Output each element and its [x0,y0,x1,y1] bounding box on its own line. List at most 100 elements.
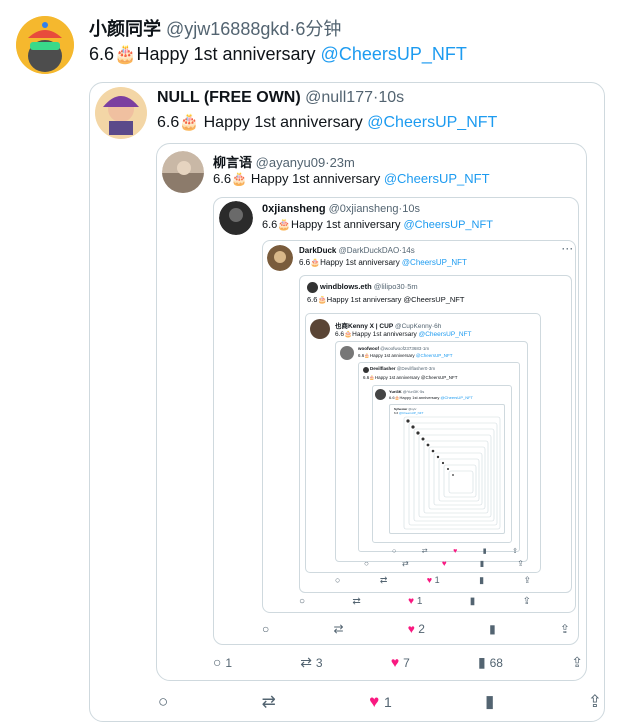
views-icon[interactable]: ▮ [489,623,496,635]
q3-action-bar: ○ ⇄ ♥ 2 ▮ ⇪ [262,623,570,635]
views-icon[interactable]: ▮ [470,597,476,607]
mention-link[interactable]: @CheersUP_NFT [440,395,473,400]
retweet-icon[interactable]: ⇄ [422,548,428,555]
retweet-button[interactable]: ⇄ [262,693,276,710]
retweet-icon[interactable]: ⇄ [352,597,360,607]
author-name[interactable]: windblows.eth [320,282,372,291]
q5-text: 6.6🎂Happy 1st anniversary @CheersUP_NFT [307,295,465,304]
q7-header: woofwoof @woofwoof2373683·1m [358,346,430,351]
q6-avatar[interactable] [310,319,330,339]
mention-text[interactable]: @CheersUP_NFT [421,375,458,380]
share-icon[interactable]: ⇪ [517,560,524,568]
heart-icon[interactable]: ♥ 2 [408,623,425,635]
q3-avatar[interactable] [219,201,253,235]
author-name[interactable]: 0xjiansheng [262,203,326,215]
timestamp[interactable]: 1m [423,346,429,351]
share-icon[interactable]: ⇪ [560,623,570,635]
author-name[interactable]: woofwoof [358,346,379,351]
q5-avatar[interactable] [307,282,318,293]
mention-link[interactable]: @CheersUP_NFT [321,44,467,64]
author-handle[interactable]: @null177 [305,89,373,106]
author-name[interactable]: NULL (FREE OWN) [157,89,301,106]
recursive-quotes-graphic [403,416,501,530]
author-name[interactable]: 也商Kenny X | CUP [335,323,393,330]
reply-icon[interactable]: ○ [262,623,269,635]
q2-text: 6.6🎂 Happy 1st anniversary @CheersUP_NFT [213,171,490,186]
main-avatar[interactable] [16,16,74,74]
retweet-icon[interactable]: ⇄ [402,560,409,568]
share-icon[interactable]: ⇪ [523,576,531,585]
reply-icon[interactable]: ○ [364,560,369,568]
heart-icon: ♥ [369,692,380,711]
q7-text: 6.6🎂Happy 1st anniversary @CheersUP_NFT [358,353,453,358]
timestamp[interactable]: 6分钟 [295,19,341,39]
share-button[interactable]: ⇪ [571,655,583,669]
timestamp[interactable]: 3m [429,366,435,371]
q4-avatar[interactable] [267,245,293,271]
heart-icon[interactable]: ♥ 1 [408,597,422,607]
retweet-button[interactable]: ⇄ 3 [300,655,322,669]
q9-avatar[interactable] [375,389,386,400]
views-button[interactable]: ▮ 68 [478,655,503,669]
mention-link[interactable]: @CheersUP_NFT [416,353,453,358]
timestamp[interactable]: 10s [402,203,420,215]
author-handle[interactable]: @DarkDuckDAO [339,246,400,255]
mention-text[interactable]: @CheersUP_NFT [403,295,464,304]
heart-icon[interactable]: ♥ [453,548,457,555]
timestamp[interactable]: 10s [378,89,404,106]
heart-icon[interactable]: ♥ [442,560,447,568]
mention-link[interactable]: @CheersUP_NFT [404,219,493,231]
like-button[interactable]: ♥ 1 [369,693,392,710]
author-name[interactable]: Yuri3K [389,389,402,394]
q7-avatar[interactable] [340,346,354,360]
timestamp[interactable]: 23m [330,155,355,170]
mention-link[interactable]: @CheersUP_NFT [402,258,467,267]
mention-link[interactable]: @CheersUP_NFT [384,171,490,186]
q8-action-bar: ○ ⇄ ♥ ▮ ⇪ [392,548,518,555]
reply-icon[interactable]: ○ [392,548,396,555]
author-handle[interactable]: @CupKenny [395,323,432,330]
retweet-icon[interactable]: ⇄ [333,623,343,635]
author-name[interactable]: Devilflasher [370,366,396,371]
reply-button[interactable]: ○ 1 [213,655,232,669]
q1-text: 6.6🎂 Happy 1st anniversary @CheersUP_NFT [157,114,498,131]
share-icon: ⇪ [571,654,583,670]
share-button[interactable]: ⇪ [588,693,602,710]
retweet-icon[interactable]: ⇄ [380,576,388,585]
author-handle[interactable]: @Devilflasher0 [397,366,428,371]
timestamp[interactable]: 14s [402,246,415,255]
timestamp[interactable]: 5m [407,282,417,291]
views-button[interactable]: ▮ [485,693,494,710]
author-name[interactable]: 小颜同学 [89,19,161,39]
heart-icon[interactable]: ♥ 1 [427,576,440,585]
q1-header: NULL (FREE OWN) @null177·10s [157,89,405,106]
like-button[interactable]: ♥ 7 [391,655,410,669]
reply-button[interactable]: ○ [158,693,168,710]
share-icon[interactable]: ⇪ [512,548,518,555]
views-icon[interactable]: ▮ [479,576,484,585]
cake-emoji: 🎂 [114,44,137,64]
reply-icon[interactable]: ○ [335,576,340,585]
mention-link[interactable]: @CheersUP_NFT [419,331,472,338]
author-handle[interactable]: @woofwoof2373683 [380,346,421,351]
q2-action-bar: ○ 1 ⇄ 3 ♥ 7 ▮ 68 ⇪ [213,655,583,669]
author-name[interactable]: DarkDuck [299,246,336,255]
views-icon[interactable]: ▮ [483,548,487,555]
q3-header: 0xjiansheng @0xjiansheng·10s [262,203,420,215]
author-name[interactable]: 柳言语 [213,155,252,170]
q2-avatar[interactable] [162,151,204,193]
timestamp[interactable]: 6h [434,323,441,330]
views-icon[interactable]: ▮ [480,560,484,568]
share-icon[interactable]: ⇪ [523,597,531,607]
author-handle[interactable]: @ayanyu09 [256,155,326,170]
author-handle[interactable]: @0xjiansheng [329,203,399,215]
reply-icon[interactable]: ○ [299,597,305,607]
author-handle[interactable]: @Yuri3K [403,389,419,394]
mention-link[interactable]: @CheersUP_NFT [367,114,497,131]
author-handle[interactable]: @lilipo30 [374,282,405,291]
more-options-icon[interactable]: ··· [562,244,574,254]
author-handle[interactable]: @yjw16888gkd [166,19,289,39]
q1-avatar[interactable] [95,87,147,139]
timestamp[interactable]: 5s [420,389,424,394]
q8-avatar[interactable] [363,367,369,373]
